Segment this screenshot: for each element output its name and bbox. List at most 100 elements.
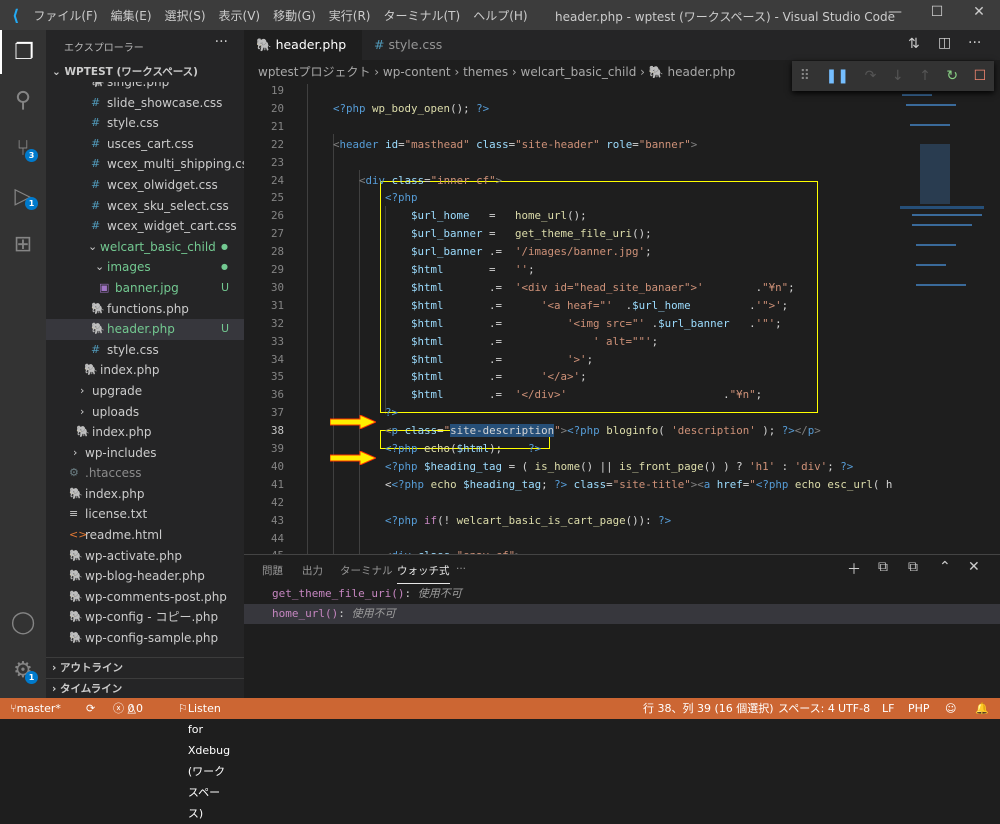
tree-item[interactable]: › upgrade [46, 381, 244, 402]
close-window-button[interactable]: ✕ [964, 4, 994, 26]
watch-item[interactable]: get_theme_file_uri(): 使用不可 [244, 584, 1000, 604]
account-icon[interactable]: ◯ [0, 600, 46, 644]
step-over-icon[interactable]: ↷ [865, 68, 877, 84]
cursor-position[interactable]: 行 38、列 39 (16 個選択) [643, 698, 774, 719]
code-line[interactable]: <?php if(! welcart_basic_is_cart_page())… [307, 512, 671, 530]
watch-item[interactable]: home_url(): 使用不可 [244, 604, 1000, 624]
breadcrumb-item[interactable]: welcart_basic_child [521, 65, 637, 79]
tree-item[interactable]: ⚙ .htaccess [46, 463, 244, 484]
code-line[interactable]: <<?php echo $heading_tag; ?> class="site… [307, 476, 892, 494]
menu-item[interactable]: ターミナル(T) [383, 7, 460, 24]
source-control-icon[interactable]: ⑂ 3 [0, 126, 46, 170]
tab-terminal[interactable]: ターミナル [340, 563, 393, 578]
explorer-icon[interactable]: ❐ [0, 30, 46, 74]
code-line[interactable]: <header id="masthead" class="site-header… [307, 136, 697, 154]
code-line[interactable]: ?> [307, 404, 398, 422]
refresh-icon[interactable]: ⧉ [878, 559, 888, 575]
indentation-status[interactable]: スペース: 4 [778, 698, 835, 719]
run-debug-icon[interactable]: ▷ 1 [0, 174, 46, 218]
timeline-section[interactable]: › タイムライン [46, 678, 244, 698]
tree-item[interactable]: # slide_showcase.css [46, 93, 244, 114]
breadcrumb-item[interactable]: themes [463, 65, 508, 79]
tree-item[interactable]: # wcex_olwidget.css [46, 175, 244, 196]
tab-header-php[interactable]: 🐘 header.php ✕ [244, 30, 362, 82]
split-editor-icon[interactable]: ◫ [938, 35, 951, 51]
code-line[interactable]: $html = ''; [307, 261, 535, 279]
code-line[interactable]: $url_home = home_url(); [307, 207, 587, 225]
code-line[interactable]: $html .= '<a heaf="' .$url_home .'">'; [307, 297, 788, 315]
tree-item[interactable]: 🐘 index.php [46, 360, 244, 381]
tree-item[interactable]: # wcex_widget_cart.css [46, 216, 244, 237]
code-line[interactable]: <div class="inner cf"> [307, 172, 502, 190]
encoding-status[interactable]: UTF-8 [838, 698, 870, 719]
outline-section[interactable]: › アウトライン [46, 657, 244, 678]
menu-item[interactable]: 表示(V) [219, 7, 261, 24]
tree-item[interactable]: › uploads [46, 402, 244, 423]
notifications-icon[interactable]: 🔔 [975, 698, 989, 719]
menu-item[interactable]: 編集(E) [111, 7, 152, 24]
code-line[interactable]: $html .= '<img src="' .$url_banner .'"'; [307, 315, 782, 333]
tab-problems[interactable]: 問題 [262, 563, 283, 578]
breadcrumb-item[interactable]: wptestプロジェクト [258, 65, 370, 79]
step-out-icon[interactable]: ↑ [919, 68, 931, 84]
tree-item[interactable]: # usces_cart.css [46, 134, 244, 155]
tree-item[interactable]: <> readme.html [46, 525, 244, 546]
tree-item[interactable]: # wcex_sku_select.css [46, 196, 244, 217]
language-status[interactable]: PHP [908, 698, 930, 719]
menu-item[interactable]: 移動(G) [273, 7, 316, 24]
tree-item[interactable]: 🐘 index.php [46, 484, 244, 505]
menu-item[interactable]: 選択(S) [165, 7, 206, 24]
code-line[interactable]: <?php echo($html); ?> [307, 440, 541, 458]
sync-icon[interactable]: ⟳ [86, 698, 95, 719]
code-line[interactable]: $url_banner .= '/images/banner.jpg'; [307, 243, 652, 261]
stop-icon[interactable]: ☐ [974, 68, 987, 84]
menu-item[interactable]: 実行(R) [329, 7, 371, 24]
code-line[interactable]: $url_banner = get_theme_file_uri(); [307, 225, 652, 243]
code-line[interactable]: $html .= '</div>' ."¥n"; [307, 386, 762, 404]
tree-item[interactable]: 🐘 index.php [46, 422, 244, 443]
more-actions-icon[interactable]: ··· [215, 34, 228, 50]
debug-status[interactable]: ⚐ Listen for Xdebug (ワークスペース) [178, 698, 230, 820]
search-icon[interactable]: ⚲ [0, 78, 46, 122]
minimize-button[interactable]: — [880, 4, 910, 26]
menu-item[interactable]: ファイル(F) [33, 7, 97, 24]
code-line[interactable]: $html .= ' alt=""'; [307, 333, 658, 351]
tree-item[interactable]: # wcex_multi_shipping.css [46, 154, 244, 175]
tree-item[interactable]: 🐘 wp-blog-header.php [46, 566, 244, 587]
problems-status[interactable]: ⓧ 0 △ 0 [113, 698, 143, 719]
tree-item[interactable]: 🐘 wp-activate.php [46, 546, 244, 567]
tree-item[interactable]: # style.css [46, 340, 244, 361]
more-tabs-button[interactable]: ··· [456, 563, 466, 575]
code-line[interactable]: <?php $heading_tag = ( is_home() || is_f… [307, 458, 853, 476]
tree-item[interactable]: 🐘 wp-comments-post.php [46, 587, 244, 608]
eol-status[interactable]: LF [882, 698, 894, 719]
tab-output[interactable]: 出力 [302, 563, 323, 578]
maximize-button[interactable]: ☐ [922, 4, 952, 26]
code-line[interactable]: <div class="snav cf"> [307, 547, 522, 554]
tree-item[interactable]: ≡ license.txt [46, 504, 244, 525]
code-line[interactable]: $html .= '>'; [307, 351, 593, 369]
code-editor[interactable]: 19 20 <?php wp_body_open(); ?> 21 22 <heade… [244, 84, 892, 554]
tree-item[interactable]: 🐘 wp-config - コピー.php [46, 607, 244, 628]
add-expression-icon[interactable]: ＋ [847, 559, 861, 579]
tree-item[interactable]: ⌄ welcart_basic_child ● [46, 237, 244, 258]
drag-handle-icon[interactable]: ⠿ [800, 68, 810, 84]
pause-icon[interactable]: ❚❚ [826, 68, 849, 84]
restart-icon[interactable]: ↻ [946, 68, 958, 84]
tree-item[interactable]: 🐘 header.php U [46, 319, 244, 340]
settings-gear-icon[interactable]: ⚙ 1 [0, 648, 46, 692]
minimap[interactable] [892, 84, 992, 554]
code-line[interactable]: <?php [307, 189, 418, 207]
compare-changes-icon[interactable]: ⇅ [908, 36, 920, 52]
step-into-icon[interactable]: ↓ [892, 68, 904, 84]
tree-item[interactable]: 🐘 functions.php [46, 299, 244, 320]
tree-item[interactable]: 🐘 wp-config-sample.php [46, 628, 244, 649]
code-line[interactable]: $html .= '</a>'; [307, 368, 587, 386]
code-line[interactable]: <p class="site-description"><?php blogin… [307, 422, 821, 440]
menu-item[interactable]: ヘルプ(H) [473, 7, 527, 24]
more-actions-icon[interactable]: ··· [968, 35, 981, 51]
maximize-panel-icon[interactable]: ⌃ [939, 559, 951, 575]
breadcrumb-item[interactable]: wp-content [383, 65, 451, 79]
tree-item[interactable]: ⌄ images ● [46, 257, 244, 278]
tab-style-css[interactable]: # style.css [362, 30, 472, 60]
